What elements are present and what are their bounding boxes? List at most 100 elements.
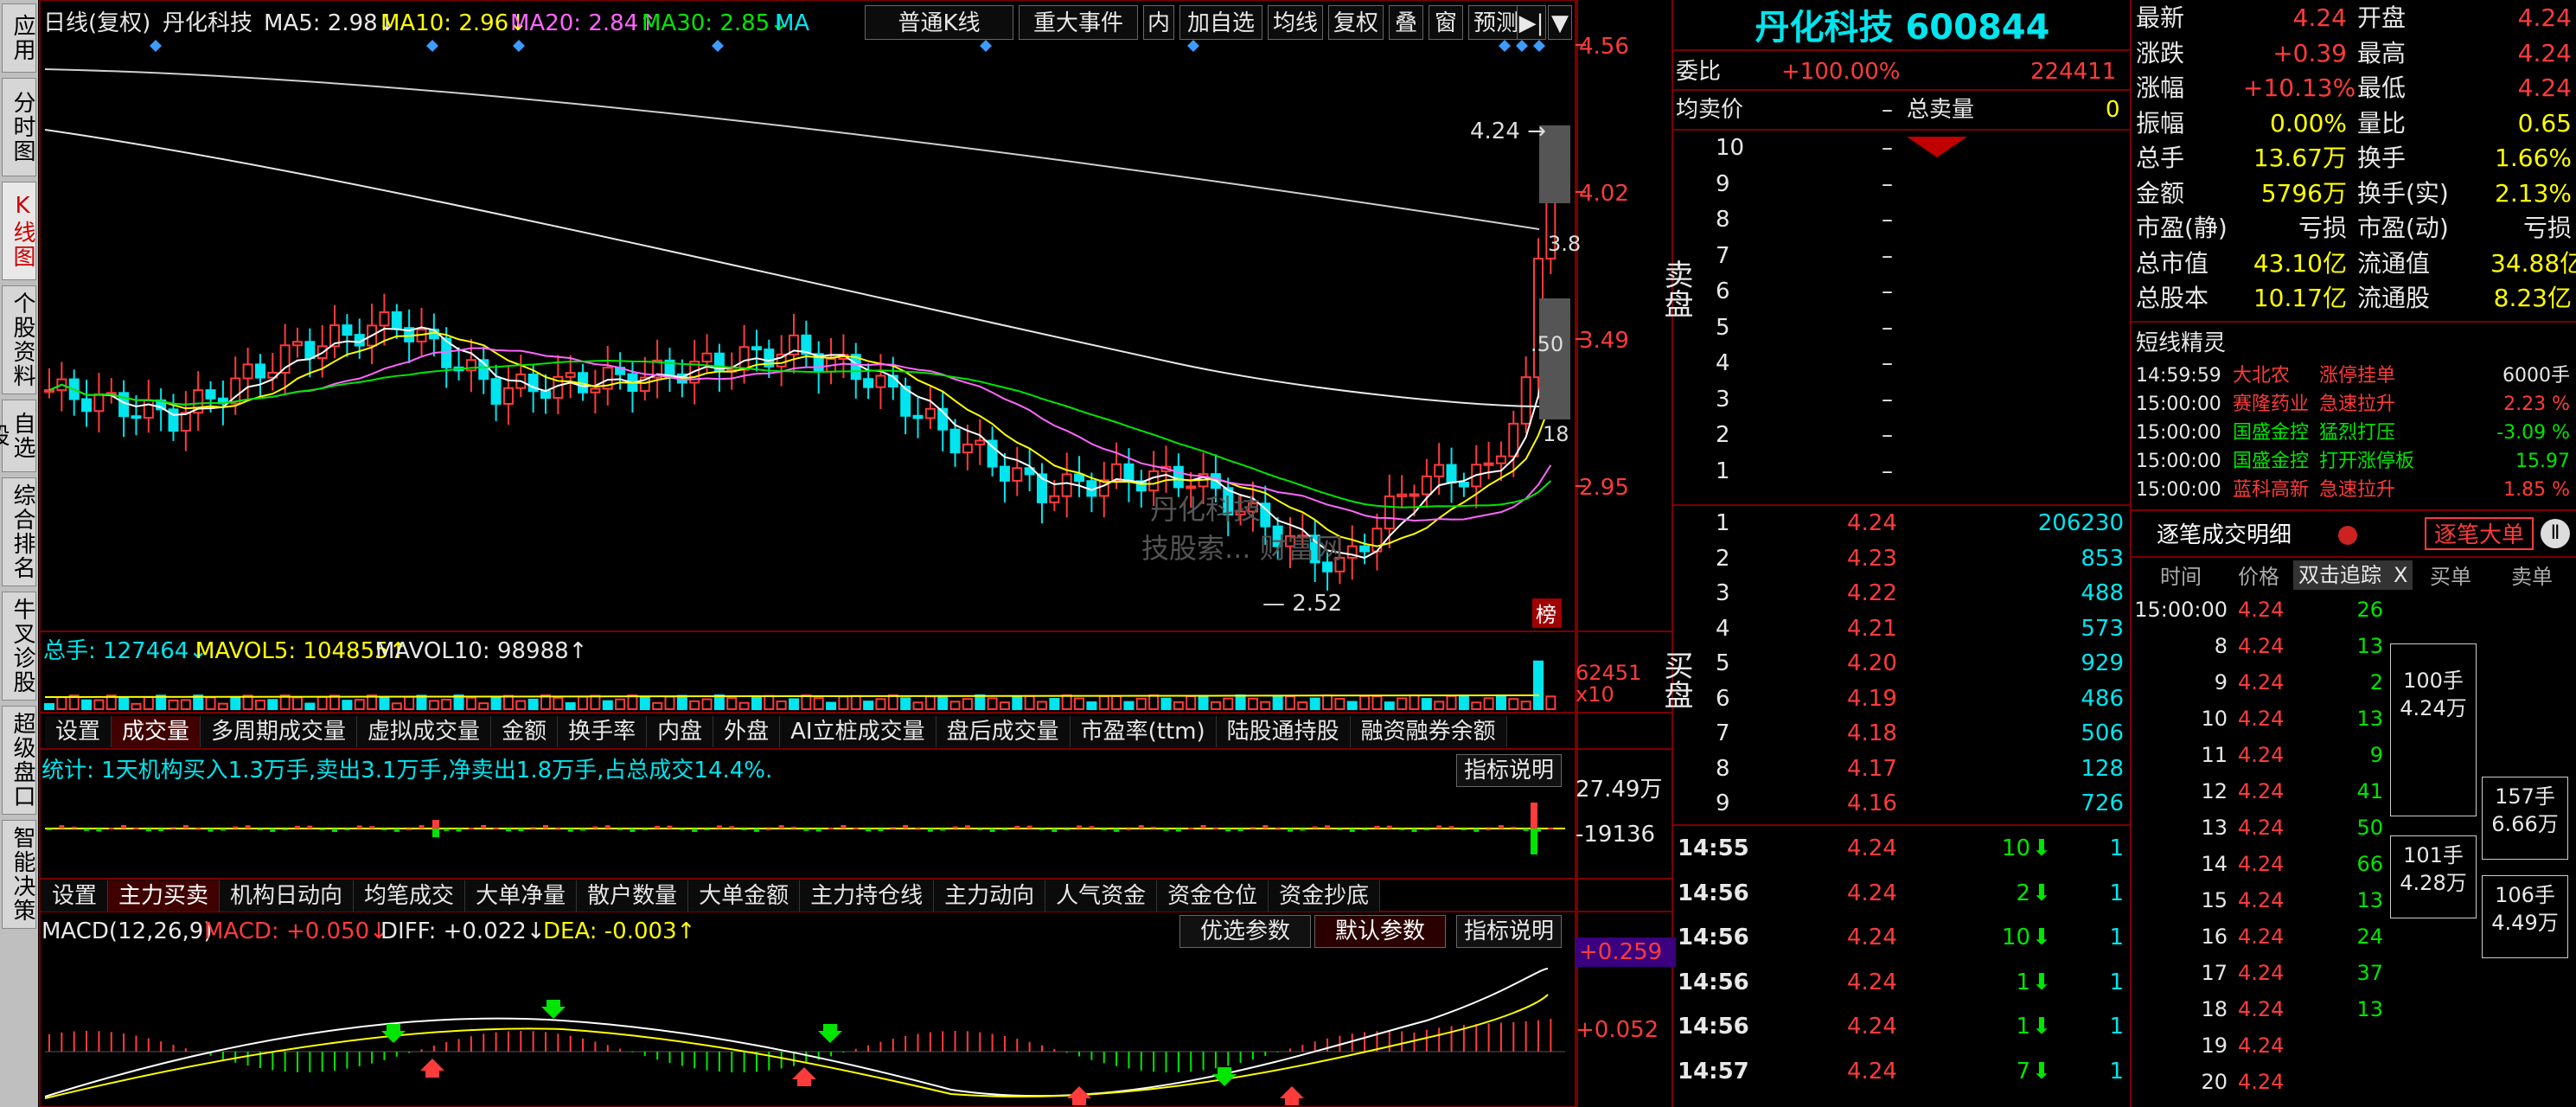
tab1-2[interactable]: 多周期成交量 <box>201 716 358 747</box>
tab1-3[interactable]: 虚拟成交量 <box>357 716 492 747</box>
inst-bar <box>1051 829 1058 832</box>
candle-body <box>242 363 253 380</box>
inst-bar <box>1188 828 1194 830</box>
tab1-10[interactable]: 市盈率(ttm) <box>1071 716 1217 747</box>
wizard-cell[interactable]: 15.97 <box>2480 449 2570 475</box>
tab1-6[interactable]: 内盘 <box>647 716 714 747</box>
default-params-button[interactable]: 默认参数 <box>1314 915 1446 948</box>
optimal-params-button[interactable]: 优选参数 <box>1179 915 1311 948</box>
event-marker <box>426 40 438 52</box>
tab1-8[interactable]: AI立桩成交量 <box>780 716 936 747</box>
wizard-cell[interactable]: 15:00:00 <box>2136 477 2221 503</box>
detail-time: 11 <box>2201 743 2228 767</box>
sell-level-7: 7 <box>1716 242 1730 269</box>
tab2-7[interactable]: 主力持仓线 <box>800 880 935 912</box>
tab2-0[interactable]: 设置 <box>42 880 109 912</box>
inst-bar <box>915 828 921 830</box>
tab1-1[interactable]: 成交量 <box>112 716 201 747</box>
wizard-cell[interactable]: 国盛金控 <box>2233 449 2309 475</box>
tick-count: 1 <box>2109 969 2124 995</box>
inst-bar <box>977 829 983 830</box>
tab1-5[interactable]: 换手率 <box>558 716 648 747</box>
wizard-cell[interactable]: 猛烈打压 <box>2319 420 2395 446</box>
volume-bar <box>1247 697 1258 710</box>
macd-explain-button[interactable]: 指标说明 <box>1456 915 1562 948</box>
wizard-cell[interactable]: 国盛金控 <box>2233 420 2309 446</box>
buy-price: 4.19 <box>1847 685 1897 712</box>
quote-value: 0.65 <box>2517 108 2572 138</box>
detail-price: 4.24 <box>2238 925 2285 949</box>
tab1-11[interactable]: 陆股通持股 <box>1217 716 1351 747</box>
inst-bar <box>1399 829 1405 830</box>
tab2-11[interactable]: 资金抄底 <box>1269 880 1381 912</box>
detail-header: 时间 <box>2160 565 2202 589</box>
big-order-button[interactable]: 逐笔大单 <box>2425 517 2534 550</box>
wizard-cell[interactable]: 1.85 % <box>2480 477 2570 503</box>
tab2-8[interactable]: 主力动向 <box>934 880 1046 912</box>
wizard-cell[interactable]: 15:00:00 <box>2136 420 2221 446</box>
wizard-cell[interactable]: 15:00:00 <box>2136 392 2221 418</box>
wizard-cell[interactable]: 2.23 % <box>2480 392 2570 418</box>
tab1-4[interactable]: 金额 <box>491 716 559 747</box>
volume-bar <box>1098 695 1109 711</box>
volume-bar <box>664 695 675 711</box>
wizard-cell[interactable]: 急速拉升 <box>2319 477 2395 503</box>
tab2-6[interactable]: 大单金额 <box>688 880 801 912</box>
wizard-cell[interactable]: 打开涨停板 <box>2319 449 2414 475</box>
wizard-cell[interactable]: 涨停挂单 <box>2319 363 2395 389</box>
candle-body <box>1508 422 1519 458</box>
inst-bar-big <box>432 820 439 829</box>
detail-track-close-icon[interactable]: X <box>2394 560 2407 590</box>
event-marker <box>150 40 162 52</box>
tab2-10[interactable]: 资金仓位 <box>1157 880 1269 912</box>
wizard-cell[interactable]: 6000手 <box>2480 363 2570 389</box>
volume-bar <box>527 698 539 711</box>
inst-bar <box>170 827 176 829</box>
inst-bar <box>1064 829 1070 830</box>
tab2-4[interactable]: 大单净量 <box>465 880 578 912</box>
tab2-2[interactable]: 机构日动向 <box>220 880 355 912</box>
volume-bar <box>726 697 738 711</box>
wizard-cell[interactable]: 大北农 <box>2233 363 2290 389</box>
candle-body <box>1359 545 1371 553</box>
tick-volume: 1 <box>2016 969 2030 995</box>
volume-bar <box>93 699 105 710</box>
volume-bar <box>1397 697 1408 711</box>
wizard-cell[interactable]: 14:59:59 <box>2136 363 2221 389</box>
quote-value: 8.23亿 <box>2493 284 2572 312</box>
detail-price: 4.24 <box>2238 598 2285 622</box>
inst-bar <box>195 828 201 830</box>
detail-time: 20 <box>2201 1070 2228 1094</box>
volume-bar <box>1235 694 1246 710</box>
volume-bar <box>254 700 265 710</box>
wizard-cell[interactable]: 急速拉升 <box>2319 392 2395 418</box>
volume-bar <box>342 700 353 711</box>
tab1-7[interactable]: 外盘 <box>713 716 781 747</box>
tab2-3[interactable]: 均笔成交 <box>354 880 466 912</box>
tick-volume: 10 <box>2001 925 2030 950</box>
sell-price: – <box>1882 458 1893 484</box>
wizard-cell[interactable]: 15:00:00 <box>2136 449 2221 475</box>
indicator-explain-button[interactable]: 指标说明 <box>1456 754 1562 787</box>
tab2-5[interactable]: 散户数量 <box>577 880 689 912</box>
volume-bar <box>416 694 427 710</box>
candle-body <box>1173 465 1184 489</box>
tick-down-icon: ⬇ <box>2032 835 2051 861</box>
inst-bar <box>220 829 226 831</box>
wizard-cell[interactable]: 赛隆药业 <box>2233 392 2309 418</box>
tab1-9[interactable]: 盘后成交量 <box>936 716 1071 747</box>
tab1-12[interactable]: 融资融券余额 <box>1351 716 1507 747</box>
detail-refresh-icon[interactable] <box>2338 526 2357 545</box>
inst-bar <box>481 825 487 829</box>
inst-bar <box>233 826 239 829</box>
pause-icon[interactable]: Ⅱ <box>2541 519 2570 548</box>
wizard-cell[interactable]: -3.09 % <box>2480 420 2570 446</box>
sell-price: – <box>1882 278 1893 304</box>
inst-bar <box>841 825 847 829</box>
macd-axis-top: +0.259 <box>1576 937 1676 967</box>
candle-body <box>1186 485 1197 490</box>
tab2-1[interactable]: 主力买卖 <box>108 880 221 912</box>
tab2-9[interactable]: 人气资金 <box>1045 880 1158 912</box>
wizard-cell[interactable]: 蓝科高新 <box>2233 477 2309 503</box>
tab1-0[interactable]: 设置 <box>45 716 112 747</box>
